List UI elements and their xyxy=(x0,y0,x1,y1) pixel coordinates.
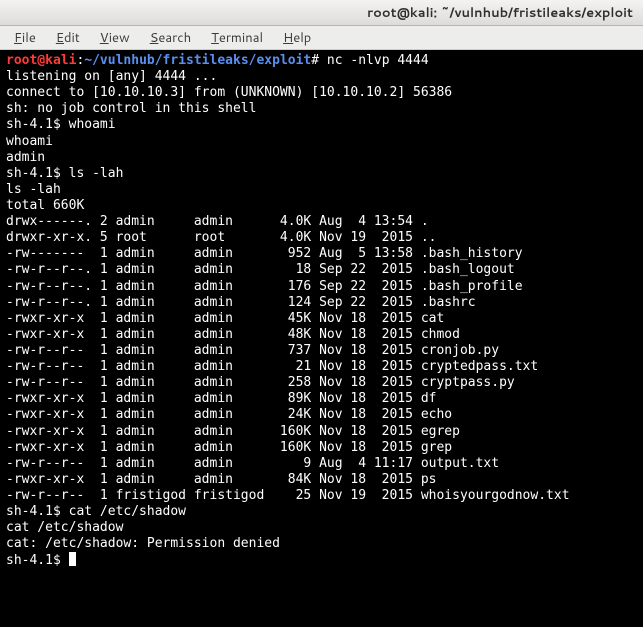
ls-row: -rw-r--r-- 1 admin admin 9 Aug 4 11:17 o… xyxy=(6,456,637,472)
terminal-line: sh-4.1$ cat /etc/shadow xyxy=(6,504,637,520)
ls-row: -rwxr-xr-x 1 admin admin 45K Nov 18 2015… xyxy=(6,311,637,327)
ls-row: -rwxr-xr-x 1 admin admin 84K Nov 18 2015… xyxy=(6,472,637,488)
terminal-line: listening on [any] 4444 ... xyxy=(6,69,637,85)
window-title: root@kali: ~/vulnhub/fristileaks/exploit xyxy=(367,4,633,22)
terminal-pane[interactable]: root@kali:~/vulnhub/fristileaks/exploit#… xyxy=(0,50,643,576)
cursor-icon xyxy=(69,552,76,566)
ls-row: -rw-r--r--. 1 admin admin 124 Sep 22 201… xyxy=(6,295,637,311)
terminal-line: total 660K xyxy=(6,198,637,214)
ls-row: drwxr-xr-x. 5 root root 4.0K Nov 19 2015… xyxy=(6,230,637,246)
ls-row: -rw------- 1 admin admin 952 Aug 5 13:58… xyxy=(6,246,637,262)
terminal-line: ls -lah xyxy=(6,182,637,198)
menu-edit[interactable]: Edit xyxy=(48,27,88,49)
ls-row: -rw-r--r--. 1 admin admin 18 Sep 22 2015… xyxy=(6,262,637,278)
titlebar: root@kali: ~/vulnhub/fristileaks/exploit xyxy=(0,0,643,26)
ls-row: -rw-r--r-- 1 admin admin 737 Nov 18 2015… xyxy=(6,343,637,359)
ls-row: -rwxr-xr-x 1 admin admin 160K Nov 18 201… xyxy=(6,424,637,440)
terminal-line: sh-4.1$ whoami xyxy=(6,117,637,133)
ls-row: -rwxr-xr-x 1 admin admin 160K Nov 18 201… xyxy=(6,440,637,456)
terminal-line: root@kali:~/vulnhub/fristileaks/exploit#… xyxy=(6,53,637,69)
terminal-line: sh-4.1$ ls -lah xyxy=(6,166,637,182)
prompt-path: ~/vulnhub/fristileaks/exploit xyxy=(84,53,311,68)
prompt-user: root@kali xyxy=(6,53,76,68)
menu-help[interactable]: Help xyxy=(275,27,319,49)
ls-row: -rw-r--r-- 1 admin admin 258 Nov 18 2015… xyxy=(6,375,637,391)
ls-row: -rwxr-xr-x 1 admin admin 89K Nov 18 2015… xyxy=(6,391,637,407)
terminal-line: admin xyxy=(6,150,637,166)
ls-row: -rwxr-xr-x 1 admin admin 24K Nov 18 2015… xyxy=(6,407,637,423)
menu-terminal[interactable]: Terminal xyxy=(203,27,271,49)
menu-file[interactable]: File xyxy=(6,27,44,49)
menu-search[interactable]: Search xyxy=(142,27,199,49)
terminal-line: sh-4.1$ xyxy=(6,552,637,569)
terminal-line: whoami xyxy=(6,134,637,150)
menu-view[interactable]: View xyxy=(92,27,138,49)
ls-row: drwx------. 2 admin admin 4.0K Aug 4 13:… xyxy=(6,214,637,230)
ls-row: -rwxr-xr-x 1 admin admin 48K Nov 18 2015… xyxy=(6,327,637,343)
terminal-line: cat /etc/shadow xyxy=(6,520,637,536)
terminal-line: cat: /etc/shadow: Permission denied xyxy=(6,536,637,552)
terminal-line: connect to [10.10.10.3] from (UNKNOWN) [… xyxy=(6,85,637,101)
ls-row: -rw-r--r-- 1 admin admin 21 Nov 18 2015 … xyxy=(6,359,637,375)
menubar: File Edit View Search Terminal Help xyxy=(0,26,643,50)
ls-row: -rw-r--r-- 1 fristigod fristigod 25 Nov … xyxy=(6,488,637,504)
ls-row: -rw-r--r--. 1 admin admin 176 Sep 22 201… xyxy=(6,279,637,295)
terminal-line: sh: no job control in this shell xyxy=(6,101,637,117)
